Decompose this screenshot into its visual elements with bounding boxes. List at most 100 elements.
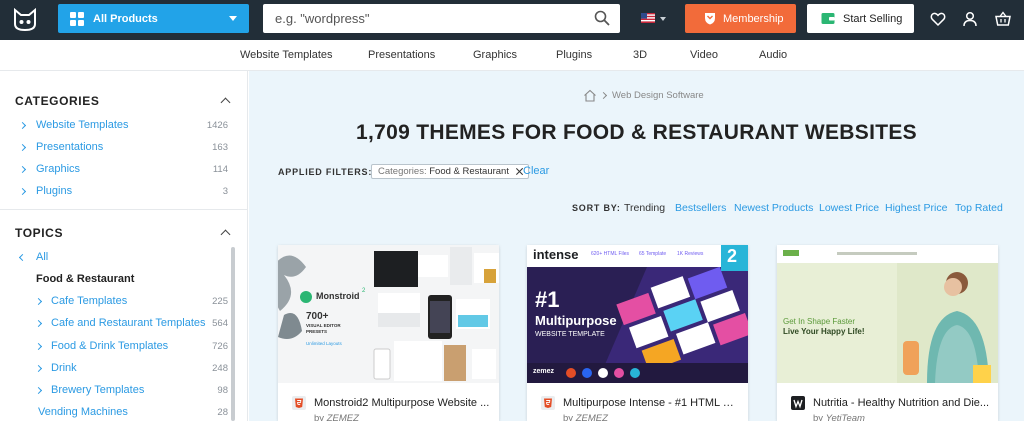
search-icon[interactable] (594, 10, 610, 26)
sort-highest-price[interactable]: Highest Price (885, 202, 947, 214)
chevron-right-icon (34, 364, 43, 373)
cart-icon[interactable] (995, 11, 1011, 27)
top-header: All Products Membership Start Selling (0, 0, 1024, 40)
chevron-right-icon (34, 386, 43, 395)
start-selling-label: Start Selling (843, 12, 903, 25)
chevron-right-icon (34, 319, 43, 328)
thumb-small: VISUAL EDITOR PRESETS (306, 323, 341, 334)
product-card[interactable]: Get In Shape Faster Live Your Happy Life… (777, 245, 998, 421)
nav-3d[interactable]: 3D (633, 49, 647, 61)
author-name[interactable]: ZEMEZ (576, 413, 608, 421)
topic-count: 726 (212, 341, 228, 352)
wallet-icon (821, 13, 835, 24)
topic-label: Cafe Templates (51, 295, 128, 307)
sort-trending[interactable]: Trending (624, 202, 665, 214)
topic-item[interactable]: Brewery Templates 98 (0, 383, 234, 399)
thumb-link: Unlimited Layouts (306, 341, 342, 346)
cat-logo-icon[interactable] (12, 8, 38, 32)
category-item[interactable]: Website Templates 1426 (0, 118, 234, 134)
product-thumbnail[interactable]: Monstroid 2 700+ VISUAL EDITOR PRESETS U… (278, 245, 499, 383)
nav-audio[interactable]: Audio (759, 49, 787, 61)
chevron-right-icon (18, 121, 27, 130)
product-card[interactable]: Monstroid 2 700+ VISUAL EDITOR PRESETS U… (278, 245, 499, 421)
chevron-right-icon (34, 297, 43, 306)
product-title-row[interactable]: Multipurpose Intense - #1 HTML Bo... (541, 395, 741, 411)
topic-item[interactable]: Vending Machines 28 (0, 405, 234, 421)
all-products-button[interactable]: All Products (58, 4, 249, 33)
breadcrumb: Web Design Software (583, 88, 704, 102)
heart-icon[interactable] (930, 11, 946, 27)
us-flag-icon[interactable] (641, 13, 655, 23)
html5-icon (292, 396, 306, 410)
user-icon[interactable] (962, 11, 978, 27)
breadcrumb-separator-icon (599, 91, 608, 99)
product-title[interactable]: Multipurpose Intense - #1 HTML Bo... (563, 397, 741, 409)
filter-chip-value: Food & Restaurant (429, 166, 509, 177)
clear-filters-link[interactable]: Clear (523, 165, 549, 177)
product-title[interactable]: Monstroid2 Multipurpose Website ... (314, 397, 489, 409)
sort-top-rated[interactable]: Top Rated (955, 202, 1003, 214)
thumb-badge: 2 (727, 246, 738, 266)
topic-label: Brewery Templates (51, 384, 145, 396)
category-item[interactable]: Graphics 114 (0, 162, 234, 178)
collapse-categories-icon[interactable] (220, 97, 231, 108)
author-name[interactable]: YetiTeam (826, 413, 865, 421)
sort-bestsellers[interactable]: Bestsellers (675, 202, 726, 214)
category-label: Presentations (36, 141, 104, 153)
topic-item[interactable]: Drink 248 (0, 361, 234, 377)
main-content: Web Design Software 1,709 THEMES FOR FOO… (249, 71, 1024, 421)
product-title-row[interactable]: Nutritia - Healthy Nutrition and Die... (791, 395, 991, 411)
wordpress-icon (791, 396, 805, 410)
category-nav: Website Templates Presentations Graphics… (0, 40, 1024, 71)
product-card[interactable]: intense 620+ HTML Files 65 Template 1K R… (527, 245, 748, 421)
category-item[interactable]: Plugins 3 (0, 184, 234, 200)
topic-item[interactable]: Cafe Templates 225 (0, 294, 234, 310)
category-label: Website Templates (36, 119, 129, 131)
sort-newest[interactable]: Newest Products (734, 202, 813, 214)
topic-item[interactable]: Food & Drink Templates 726 (0, 339, 234, 355)
topic-count: 564 (212, 318, 228, 329)
start-selling-button[interactable]: Start Selling (807, 4, 914, 33)
product-title-row[interactable]: Monstroid2 Multipurpose Website ... (292, 395, 492, 411)
thumb-vendor: zemez (533, 368, 555, 375)
nav-plugins[interactable]: Plugins (556, 49, 592, 61)
search-input[interactable] (275, 10, 575, 27)
home-icon[interactable] (583, 89, 597, 102)
nav-graphics[interactable]: Graphics (473, 49, 517, 61)
product-thumbnail[interactable]: intense 620+ HTML Files 65 Template 1K R… (527, 245, 748, 383)
thumb-brand: Monstroid (316, 291, 360, 301)
category-item[interactable]: Presentations 163 (0, 140, 234, 156)
sidebar-divider (0, 209, 248, 210)
category-count: 3 (222, 186, 228, 197)
sort-by-label: SORT BY: (572, 203, 621, 213)
nav-video[interactable]: Video (690, 49, 718, 61)
sidebar: CATEGORIES Website Templates 1426 Presen… (0, 71, 248, 421)
topic-label: Food & Drink Templates (51, 340, 169, 352)
thumb-big: #1 (535, 287, 560, 312)
thumb-stat2: 65 Template (639, 251, 667, 257)
thumb-big: 700+ (306, 311, 329, 322)
breadcrumb-link[interactable]: Web Design Software (612, 90, 704, 101)
product-thumbnail[interactable]: Get In Shape Faster Live Your Happy Life… (777, 245, 998, 383)
topic-all[interactable]: All (0, 250, 234, 266)
chevron-right-icon (18, 165, 27, 174)
sort-lowest-price[interactable]: Lowest Price (819, 202, 879, 214)
language-caret-icon[interactable] (660, 17, 666, 21)
author-name[interactable]: ZEMEZ (327, 413, 359, 421)
thumb-stat3: 1K Reviews (677, 251, 704, 257)
filter-chip-key: Categories: (378, 166, 427, 177)
topics-title: TOPICS (15, 226, 64, 240)
author-prefix: by (813, 413, 824, 421)
product-title[interactable]: Nutritia - Healthy Nutrition and Die... (813, 397, 989, 409)
topic-count: 98 (217, 385, 228, 396)
topic-item[interactable]: Cafe and Restaurant Templates 564 (0, 316, 234, 332)
nav-presentations[interactable]: Presentations (368, 49, 435, 61)
thumb-sup: 2 (362, 288, 366, 294)
membership-button[interactable]: Membership (685, 4, 796, 33)
page-title: 1,709 THEMES FOR FOOD & RESTAURANT WEBSI… (356, 121, 917, 144)
collapse-topics-icon[interactable] (220, 229, 231, 240)
topic-label: Vending Machines (38, 406, 128, 418)
author-prefix: by (563, 413, 574, 421)
nav-website-templates[interactable]: Website Templates (240, 49, 333, 61)
sidebar-scrollbar[interactable] (231, 247, 235, 421)
